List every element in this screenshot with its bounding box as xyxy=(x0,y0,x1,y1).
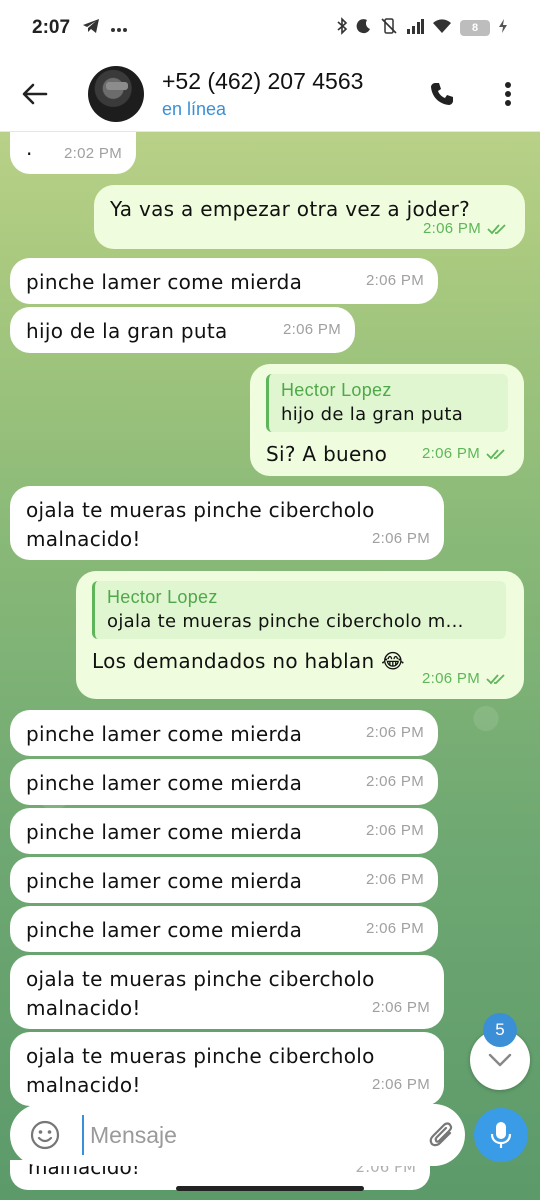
reply-author: Hector Lopez xyxy=(107,587,218,607)
message-text: pinche lamer come mierda xyxy=(26,869,303,893)
emoji-button[interactable] xyxy=(20,1110,70,1160)
message-bubble-incoming[interactable]: ojala te mueras pinche cibercholo malnac… xyxy=(10,1032,444,1106)
message-text: · xyxy=(26,142,33,166)
message-text: ojala te mueras pinche cibercholo malnac… xyxy=(26,1044,375,1097)
smiley-icon xyxy=(30,1120,60,1150)
message-bubble-outgoing-reply[interactable]: Hector Lopez ojala te mueras pinche cibe… xyxy=(76,571,524,699)
message-time: 2:06 PM xyxy=(422,670,480,687)
message-bubble-incoming[interactable]: hijo de la gran puta 2:06 PM xyxy=(10,307,355,353)
message-bubble-incoming[interactable]: · 2:02 PM xyxy=(10,132,136,174)
message-text: hijo de la gran puta xyxy=(26,319,228,343)
message-bubble-outgoing-reply[interactable]: Hector Lopez hijo de la gran puta Si? A … xyxy=(250,364,524,476)
bluetooth-icon xyxy=(336,17,348,39)
message-time: 2:02 PM xyxy=(64,145,122,162)
unread-count-badge: 5 xyxy=(483,1013,517,1047)
battery-icon: 8 xyxy=(460,20,490,36)
message-time: 2:06 PM xyxy=(422,445,480,462)
vibrate-off-icon xyxy=(380,17,398,39)
message-bubble-outgoing[interactable]: Ya vas a empezar otra vez a joder? 2:06 … xyxy=(94,185,525,249)
message-time: 2:06 PM xyxy=(366,822,424,839)
message-time: 2:06 PM xyxy=(372,1076,430,1093)
phone-icon xyxy=(431,83,453,105)
wifi-icon xyxy=(432,18,452,38)
voice-record-button[interactable] xyxy=(474,1108,528,1162)
avatar[interactable] xyxy=(88,65,144,122)
attach-button[interactable] xyxy=(422,1115,462,1155)
do-not-disturb-icon xyxy=(356,18,372,38)
message-text: ojala te mueras pinche cibercholo malnac… xyxy=(26,498,375,551)
message-time: 2:06 PM xyxy=(366,920,424,937)
signal-icon xyxy=(406,18,424,38)
message-composer xyxy=(10,1104,465,1166)
message-time: 2:06 PM xyxy=(372,530,430,547)
charging-icon xyxy=(498,18,508,38)
status-bar: 2:07 8 xyxy=(0,0,540,56)
chevron-down-icon xyxy=(488,1053,512,1067)
message-text: pinche lamer come mierda xyxy=(26,918,303,942)
message-text: Si? A bueno xyxy=(266,442,388,466)
contact-info[interactable]: +52 (462) 207 4563 en línea xyxy=(162,68,363,120)
message-time: 2:06 PM xyxy=(366,773,424,790)
status-time: 2:07 xyxy=(32,17,71,38)
back-button[interactable] xyxy=(0,56,70,132)
message-time: 2:06 PM xyxy=(366,272,424,289)
double-check-icon xyxy=(487,223,506,234)
message-bubble-incoming[interactable]: ojala te mueras pinche cibercholo malnac… xyxy=(10,486,444,560)
message-time: 2:06 PM xyxy=(372,999,430,1016)
reply-author: Hector Lopez xyxy=(281,380,392,400)
message-time: 2:06 PM xyxy=(423,220,481,237)
message-bubble-incoming[interactable]: ojala te mueras pinche cibercholo malnac… xyxy=(10,955,444,1029)
message-time: 2:06 PM xyxy=(366,724,424,741)
message-bubble-incoming[interactable]: pinche lamer come mierda 2:06 PM xyxy=(10,258,438,304)
telegram-icon xyxy=(82,18,100,38)
message-bubble-incoming[interactable]: pinche lamer come mierda 2:06 PM xyxy=(10,906,438,952)
message-bubble-incoming[interactable]: pinche lamer come mierda 2:06 PM xyxy=(10,857,438,903)
chat-header: +52 (462) 207 4563 en línea xyxy=(0,56,540,132)
kebab-menu-icon xyxy=(505,82,511,106)
message-input[interactable] xyxy=(82,1115,402,1155)
double-check-icon xyxy=(486,448,505,459)
message-text: Ya vas a empezar otra vez a joder? xyxy=(110,197,471,221)
message-bubble-incoming[interactable]: pinche lamer come mierda 2:06 PM xyxy=(10,710,438,756)
more-options-button[interactable] xyxy=(488,74,528,114)
contact-status: en línea xyxy=(162,98,227,119)
contact-name: +52 (462) 207 4563 xyxy=(162,67,364,94)
home-indicator[interactable] xyxy=(176,1186,364,1191)
message-text: pinche lamer come mierda xyxy=(26,771,303,795)
call-button[interactable] xyxy=(422,74,462,114)
reply-quote[interactable]: Hector Lopez ojala te mueras pinche cibe… xyxy=(92,581,506,639)
paperclip-icon xyxy=(429,1122,453,1147)
message-text: ojala te mueras pinche cibercholo malnac… xyxy=(26,967,375,1020)
message-text: pinche lamer come mierda xyxy=(26,722,303,746)
message-text: pinche lamer come mierda xyxy=(26,820,303,844)
reply-text: ojala te mueras pinche cibercholo m... xyxy=(107,611,464,632)
message-bubble-incoming[interactable]: pinche lamer come mierda 2:06 PM xyxy=(10,808,438,854)
more-dots-icon xyxy=(110,18,128,38)
reply-text: hijo de la gran puta xyxy=(281,404,464,425)
message-time: 2:06 PM xyxy=(366,871,424,888)
back-arrow-icon xyxy=(22,83,48,104)
microphone-icon xyxy=(490,1122,512,1148)
reply-quote[interactable]: Hector Lopez hijo de la gran puta xyxy=(266,374,508,432)
message-time: 2:06 PM xyxy=(283,321,341,338)
message-text: Los demandados no hablan 😂 xyxy=(92,649,405,673)
double-check-icon xyxy=(486,673,505,684)
message-bubble-incoming[interactable]: pinche lamer come mierda 2:06 PM xyxy=(10,759,438,805)
message-text: pinche lamer come mierda xyxy=(26,270,303,294)
